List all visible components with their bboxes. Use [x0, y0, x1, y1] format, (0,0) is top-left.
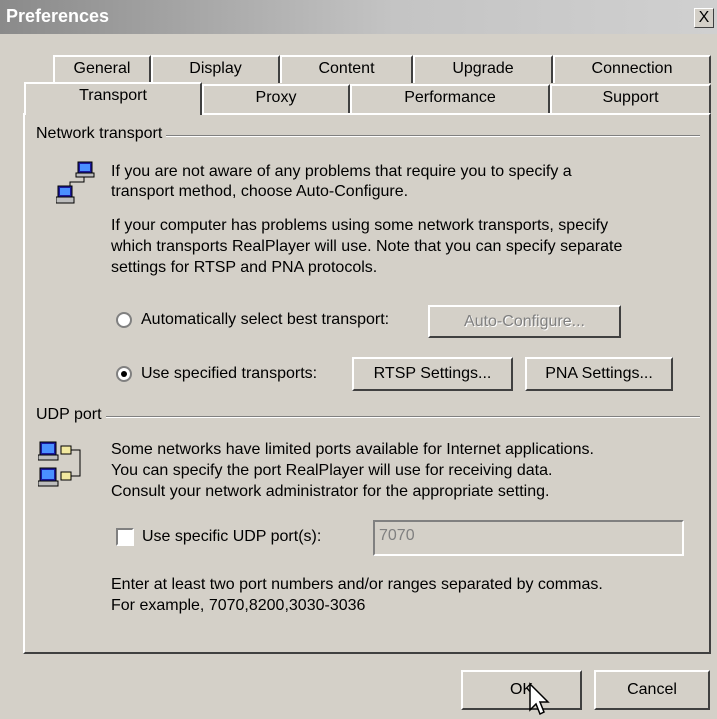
transport-intro-line2: transport method, choose Auto-Configure. [111, 183, 409, 200]
network-computers-icon [56, 161, 95, 204]
udp-port-checkbox-label[interactable]: Use specific UDP port(s): [142, 526, 321, 547]
udp-port-field[interactable]: 7070 [373, 520, 684, 556]
tab-performance[interactable]: Performance [350, 84, 550, 113]
auto-configure-button[interactable]: Auto-Configure... [428, 305, 621, 338]
udp-port-icon [38, 441, 81, 487]
udp-port-checkbox[interactable] [116, 528, 134, 546]
window-title: Preferences [6, 6, 110, 26]
udp-hint-line1: Enter at least two port numbers and/or r… [111, 576, 603, 593]
ok-button[interactable]: OK [461, 670, 582, 710]
specified-transport-label[interactable]: Use specified transports: [141, 363, 317, 384]
specified-transport-radio[interactable] [116, 366, 132, 382]
close-icon: X [698, 9, 710, 26]
auto-transport-label[interactable]: Automatically select best transport: [141, 309, 389, 330]
close-button[interactable]: X [694, 8, 714, 28]
pna-settings-button[interactable]: PNA Settings... [525, 357, 673, 391]
udp-intro-line1: Some networks have limited ports availab… [111, 441, 594, 458]
tab-label: Transport [79, 87, 147, 104]
rtsp-settings-button[interactable]: RTSP Settings... [352, 357, 513, 391]
transport-problems-line1: If your computer has problems using some… [111, 217, 609, 234]
radio-selected-dot [121, 371, 127, 377]
tab-label: General [73, 60, 131, 77]
cancel-button[interactable]: Cancel [594, 670, 710, 710]
network-transport-heading: Network transport [36, 125, 167, 143]
tab-content[interactable]: Content [280, 55, 413, 83]
mouse-pointer-icon [529, 682, 550, 716]
tab-display[interactable]: Display [151, 55, 280, 83]
tab-label: Display [189, 60, 242, 77]
udp-port-divider [36, 416, 700, 418]
tab-label: Content [318, 60, 375, 77]
tab-proxy[interactable]: Proxy [202, 84, 350, 113]
udp-port-heading: UDP port [36, 406, 106, 424]
transport-problems-line3: settings for RTSP and PNA protocols. [111, 259, 378, 276]
tab-label: Connection [591, 60, 673, 77]
tab-upgrade[interactable]: Upgrade [413, 55, 553, 83]
transport-intro-line1: If you are not aware of any problems tha… [111, 163, 572, 180]
tab-label: Performance [404, 89, 496, 106]
tab-connection[interactable]: Connection [553, 55, 711, 83]
udp-intro-line3: Consult your network administrator for t… [111, 483, 550, 500]
tab-label: Upgrade [452, 60, 514, 77]
tab-general[interactable]: General [53, 55, 151, 83]
title-bar: Preferences X [0, 0, 717, 34]
udp-intro-line2: You can specify the port RealPlayer will… [111, 462, 553, 479]
tab-support[interactable]: Support [550, 84, 711, 113]
transport-problems-line2: which transports RealPlayer will use. No… [111, 238, 623, 255]
tab-transport[interactable]: Transport [24, 82, 202, 115]
tab-label: Proxy [255, 89, 297, 106]
udp-hint-line2: For example, 7070,8200,3030-3036 [111, 597, 366, 614]
auto-transport-radio[interactable] [116, 312, 132, 328]
tab-label: Support [602, 89, 659, 106]
